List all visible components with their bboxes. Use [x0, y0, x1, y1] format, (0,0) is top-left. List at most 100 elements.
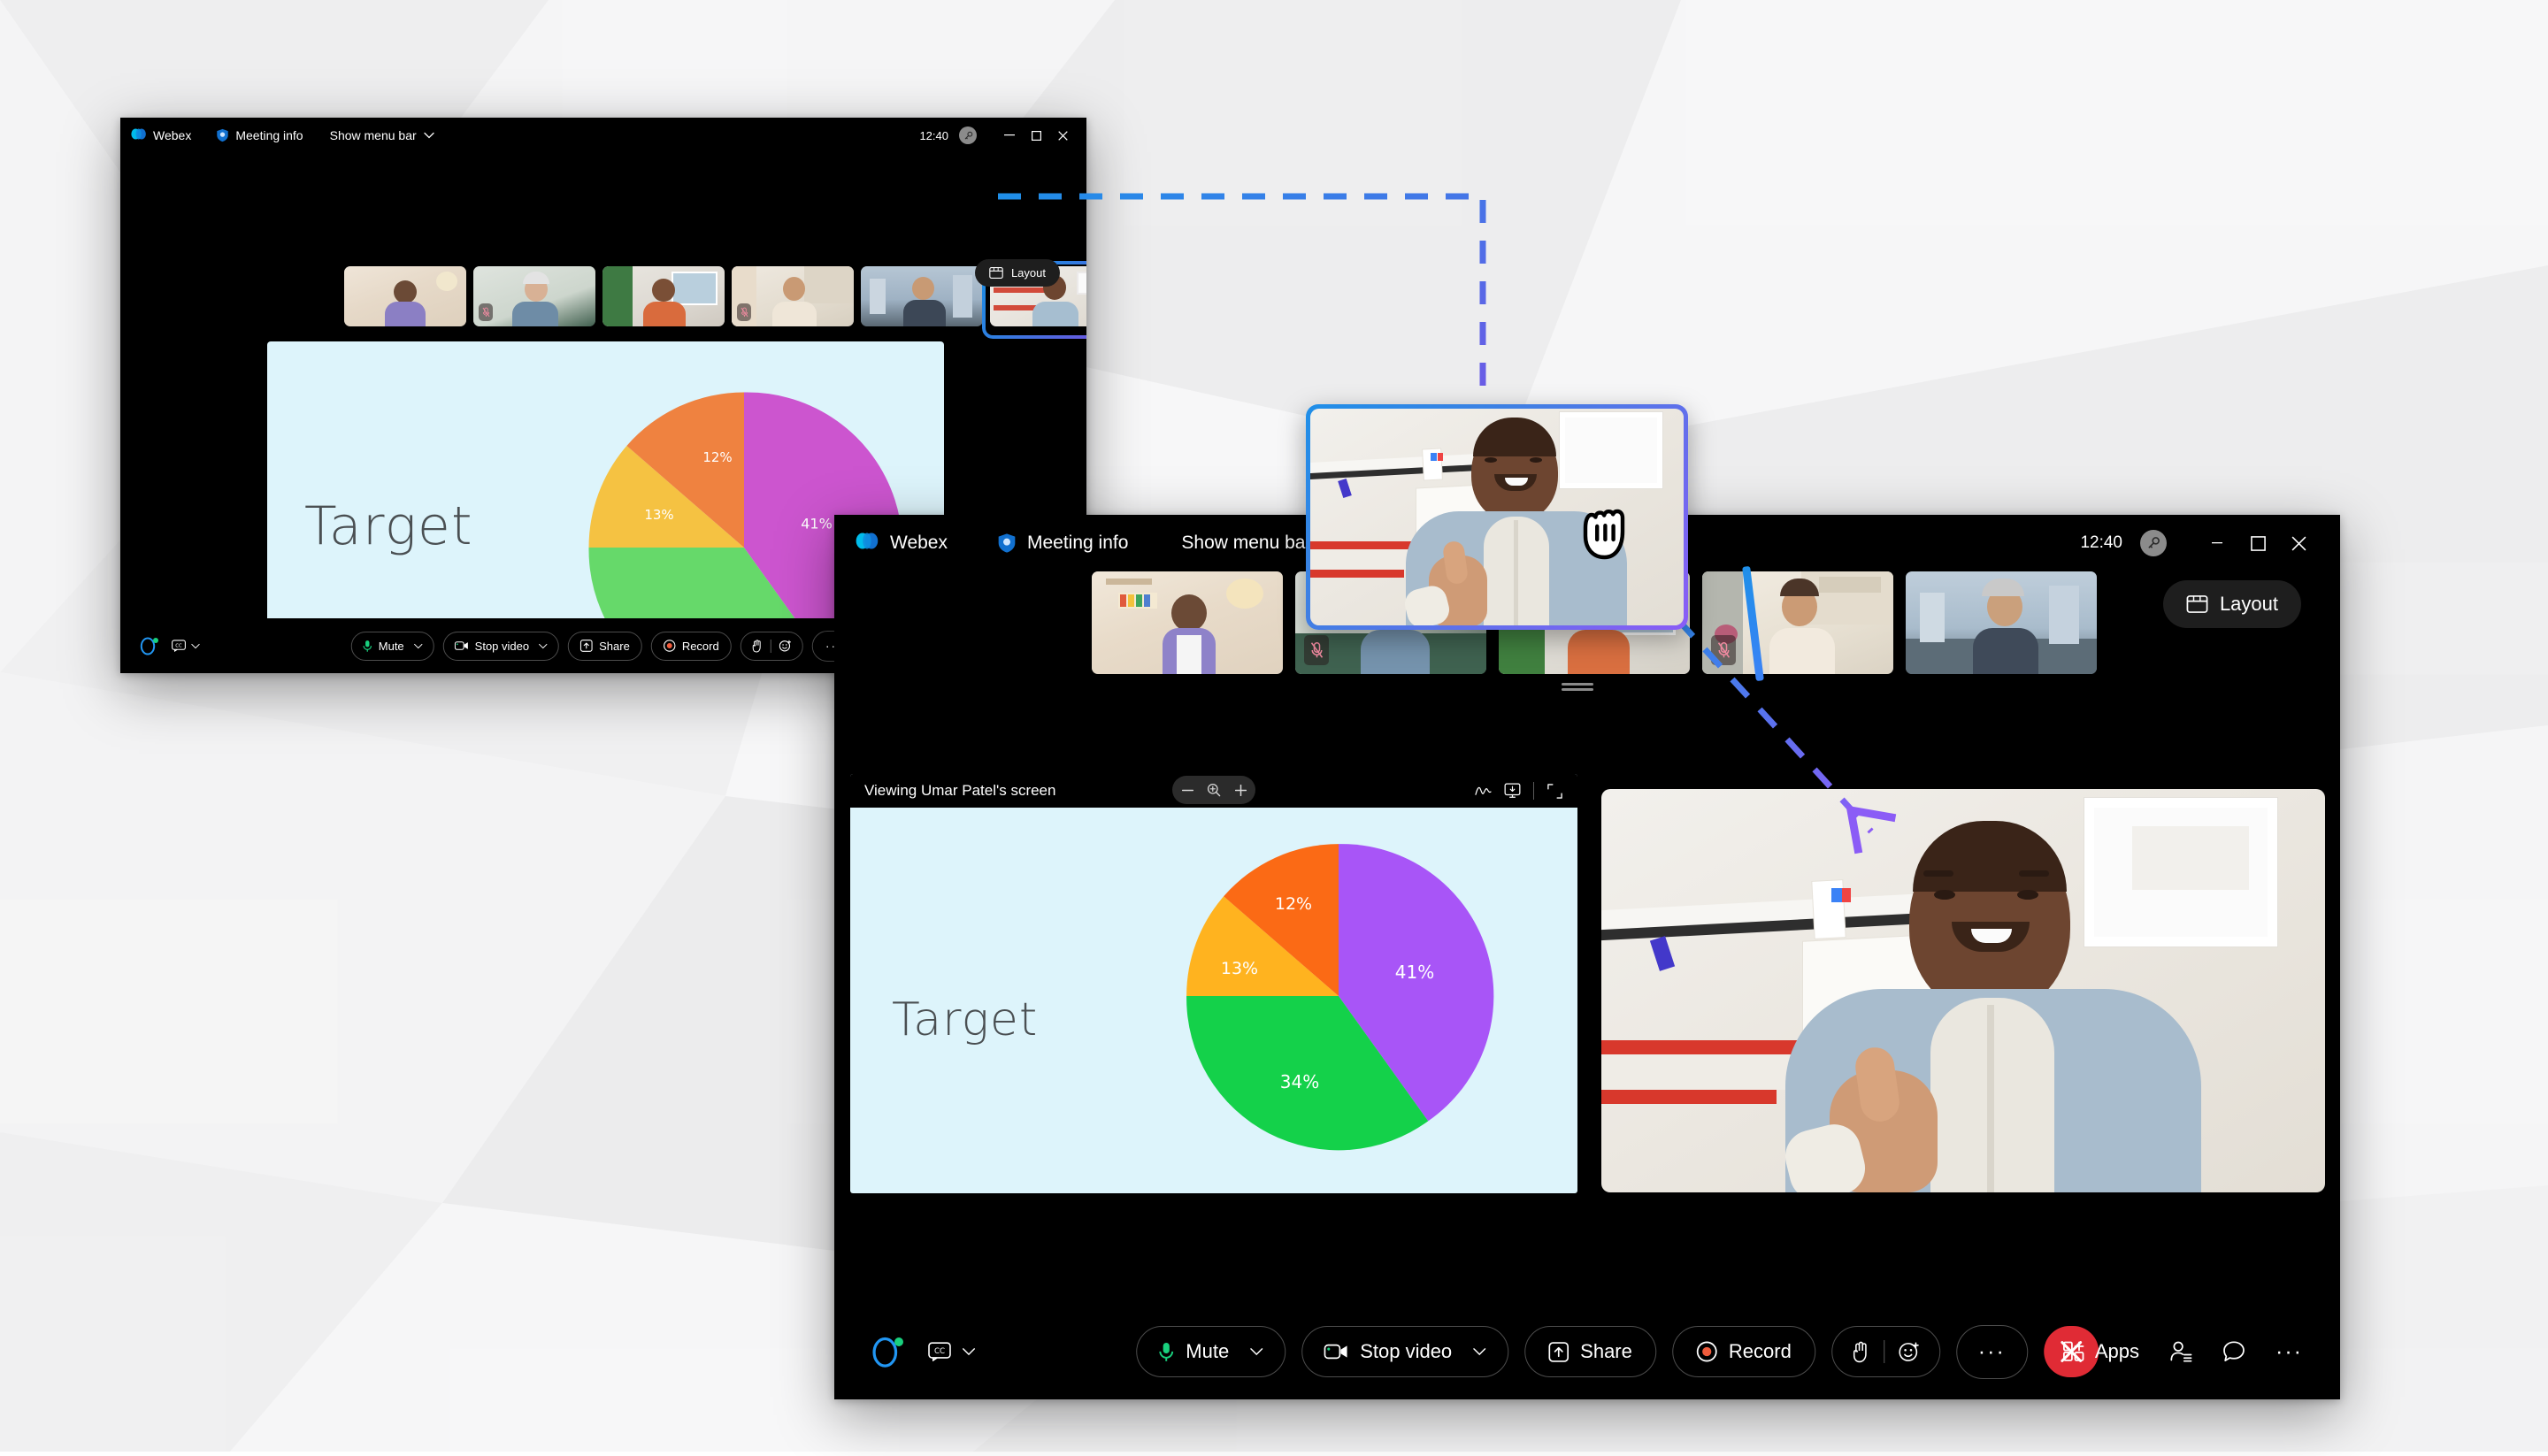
- back-pie-label-13: 13%: [644, 507, 674, 523]
- front-share-panel[interactable]: Viewing Umar Patel's screen Target 41% 3…: [850, 774, 1577, 1193]
- back-record-button[interactable]: Record: [650, 631, 732, 661]
- front-thumb-participant-1[interactable]: [1092, 571, 1283, 674]
- front-record-button[interactable]: Record: [1671, 1326, 1815, 1377]
- front-assistant-icon[interactable]: [871, 1335, 903, 1368]
- webex-logo-icon: [131, 128, 147, 143]
- back-show-menu-bar-label: Show menu bar: [329, 128, 417, 142]
- webex-window-front[interactable]: Webex Meeting info Show menu bar 12:40 L…: [834, 515, 2340, 1399]
- front-overflow-label: ···: [2276, 1338, 2303, 1364]
- front-meeting-info-button[interactable]: Meeting info: [997, 533, 1128, 554]
- zoom-fit-button[interactable]: [1202, 778, 1225, 801]
- front-pie-label-34: 34%: [1279, 1071, 1320, 1092]
- back-mute-label: Mute: [378, 639, 404, 653]
- front-webex-logo-button[interactable]: Webex: [856, 532, 948, 555]
- back-meeting-info-label: Meeting info: [235, 128, 303, 142]
- back-minimize-button[interactable]: [996, 125, 1023, 146]
- display-mode-icon[interactable]: [1504, 783, 1521, 799]
- back-assistant-icon[interactable]: [140, 636, 158, 655]
- layout-icon: [989, 267, 1003, 279]
- front-connection-key-icon[interactable]: [2140, 530, 2167, 556]
- front-pie-chart: 41% 34% 13% 12%: [1170, 827, 1508, 1165]
- back-connection-key-icon[interactable]: [959, 126, 977, 144]
- back-thumb-participant-4[interactable]: [732, 266, 854, 326]
- front-pie-label-12: 12%: [1274, 894, 1313, 914]
- front-record-label: Record: [1728, 1340, 1792, 1362]
- front-layout-button[interactable]: Layout: [2162, 580, 2301, 628]
- front-pie-label-41: 41%: [1394, 962, 1435, 983]
- zoom-out-button[interactable]: [1176, 778, 1199, 801]
- front-viewing-label: Viewing Umar Patel's screen: [864, 782, 1056, 799]
- back-thumb-participant-5[interactable]: [861, 266, 983, 326]
- front-thumb-participant-2[interactable]: [1295, 571, 1486, 674]
- main-video-photo: [1601, 789, 2325, 1192]
- muted-badge: [1304, 635, 1329, 665]
- back-maximize-button[interactable]: [1023, 125, 1049, 146]
- back-pie-label-12: 12%: [702, 449, 733, 465]
- front-zoom-controls[interactable]: [1172, 776, 1255, 804]
- back-clock: 12:40: [919, 128, 948, 142]
- front-meeting-info-label: Meeting info: [1026, 533, 1129, 553]
- back-layout-button[interactable]: Layout: [974, 259, 1060, 287]
- front-share-header: Viewing Umar Patel's screen: [850, 774, 1577, 808]
- front-thumb-participant-3[interactable]: [1499, 571, 1690, 674]
- back-share-button[interactable]: Share: [568, 631, 642, 661]
- svg-text:CC: CC: [934, 1347, 945, 1356]
- back-thumb-participant-1[interactable]: [344, 266, 466, 326]
- front-thumb-participant-5[interactable]: [1906, 571, 2097, 674]
- front-mute-label: Mute: [1186, 1340, 1230, 1362]
- back-meeting-info-button[interactable]: Meeting info: [216, 128, 303, 142]
- back-stop-video-button[interactable]: Stop video: [442, 631, 560, 661]
- muted-badge: [737, 303, 751, 321]
- front-chat-button[interactable]: [2222, 1340, 2245, 1363]
- front-thumb-participant-4[interactable]: [1702, 571, 1893, 674]
- participant-video: [602, 266, 725, 326]
- svg-text:CC: CC: [175, 643, 182, 648]
- emoji-icon: [779, 640, 791, 652]
- back-mute-button[interactable]: Mute: [350, 631, 434, 661]
- shield-icon: [216, 128, 229, 142]
- fullscreen-icon[interactable]: [1546, 783, 1563, 800]
- back-record-label: Record: [681, 639, 719, 653]
- front-close-button[interactable]: [2278, 525, 2319, 561]
- front-share-button[interactable]: Share: [1524, 1326, 1656, 1377]
- back-captions-button[interactable]: CC: [172, 640, 200, 652]
- emoji-icon: [1898, 1342, 1919, 1361]
- front-participants-button[interactable]: [2169, 1340, 2192, 1363]
- front-more-label: ···: [1977, 1338, 2006, 1364]
- front-show-menu-bar-label: Show menu bar: [1181, 533, 1312, 553]
- front-control-bar: CC Mute Stop video Share Record ··· Apps…: [834, 1304, 2340, 1399]
- zoom-in-button[interactable]: [1229, 778, 1252, 801]
- front-apps-button[interactable]: Apps: [2062, 1340, 2139, 1363]
- back-thumb-participant-3[interactable]: [602, 266, 725, 326]
- back-thumb-participant-2[interactable]: [473, 266, 595, 326]
- front-minimize-button[interactable]: [2197, 525, 2237, 561]
- front-strip-grabber[interactable]: [1562, 683, 1593, 691]
- webex-logo-icon: [856, 532, 879, 555]
- front-captions-button[interactable]: CC: [928, 1342, 976, 1361]
- back-reactions-button[interactable]: [740, 631, 803, 661]
- divider: [1533, 782, 1534, 800]
- front-more-options-button[interactable]: ···: [1955, 1324, 2028, 1379]
- front-stop-video-button[interactable]: Stop video: [1301, 1326, 1509, 1377]
- front-main-stage-video[interactable]: [1601, 789, 2325, 1192]
- front-reactions-button[interactable]: [1830, 1326, 1940, 1377]
- back-titlebar: Webex Meeting info Show menu bar 12:40: [120, 118, 1086, 153]
- front-brand-label: Webex: [890, 533, 948, 553]
- front-thumbnail-strip[interactable]: [1092, 571, 2097, 674]
- front-pie-label-13: 13%: [1220, 959, 1259, 978]
- back-layout-label: Layout: [1010, 266, 1046, 280]
- back-webex-logo-button[interactable]: Webex: [131, 128, 191, 143]
- back-close-button[interactable]: [1049, 125, 1076, 146]
- back-share-label: Share: [599, 639, 630, 653]
- muted-badge: [1711, 635, 1736, 665]
- front-show-menu-bar-button[interactable]: Show menu bar: [1181, 533, 1339, 554]
- front-maximize-button[interactable]: [2237, 525, 2278, 561]
- back-pie-label-41: 41%: [801, 515, 833, 533]
- annotate-icon[interactable]: [1475, 784, 1492, 799]
- back-show-menu-bar-button[interactable]: Show menu bar: [330, 128, 434, 142]
- front-chart-title: Target: [892, 993, 1039, 1046]
- participant-video: [1906, 571, 2097, 674]
- chevron-down-icon: [1323, 539, 1339, 548]
- front-mute-button[interactable]: Mute: [1136, 1326, 1286, 1377]
- front-overflow-button[interactable]: ···: [2276, 1339, 2303, 1365]
